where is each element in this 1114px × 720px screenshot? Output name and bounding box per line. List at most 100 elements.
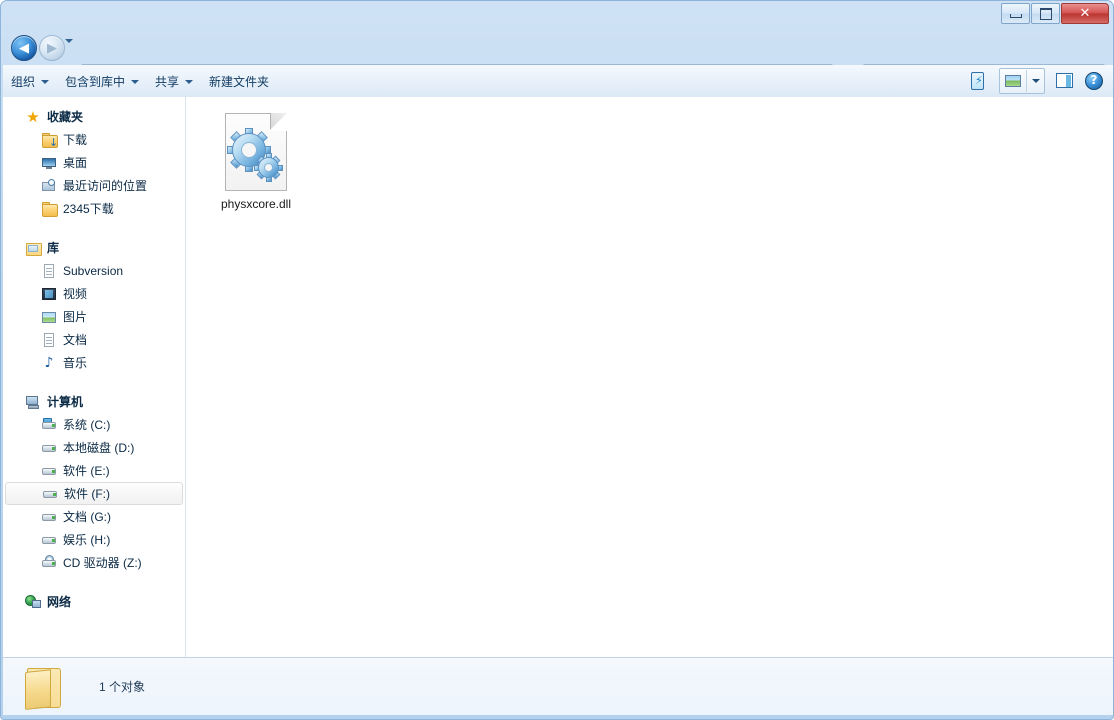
toolbar-new-folder-button[interactable]: 新建文件夹 (201, 70, 277, 92)
title-bar: ✕ (1, 1, 1113, 29)
sidebar-item-music[interactable]: ♪ 音乐 (3, 351, 185, 374)
sidebar-label-drive-h: 娱乐 (H:) (63, 533, 111, 547)
sidebar-item-drive-h[interactable]: 娱乐 (H:) (3, 528, 185, 551)
explorer-body: ★ 收藏夹 ↓ 下载 桌面 最近访问的位置 2345下载 库 Subversio… (3, 97, 1113, 669)
address-row: ◀ ▶ ▶ 计算机 ▶ 软件 (F:) ▶ 系统之家 ▶ 新建文件夹 (27) … (1, 31, 1113, 86)
recent-places-icon (41, 178, 57, 194)
explorer-window: ✕ ◀ ▶ ▶ 计算机 ▶ 软件 (F:) ▶ 系统之家 ▶ 新建文件夹 (27… (0, 0, 1114, 720)
toolbar-include-in-library-label: 包含到库中 (65, 74, 126, 89)
status-text: 1 个对象 (99, 680, 146, 694)
toolbar-organize-label: 组织 (11, 74, 36, 89)
chevron-down-icon (41, 80, 50, 84)
sidebar-label-desktop: 桌面 (63, 156, 88, 170)
sidebar-label-drive-g: 文档 (G:) (63, 510, 111, 524)
nav-group-libraries: 库 Subversion 视频 图片 文档 ♪ 音乐 (3, 236, 185, 374)
forward-button[interactable]: ▶ (39, 35, 65, 61)
download-folder-icon: ↓ (41, 132, 58, 148)
sidebar-item-pictures[interactable]: 图片 (3, 305, 185, 328)
sidebar-item-2345-downloads[interactable]: 2345下载 (3, 197, 185, 220)
back-arrow-icon: ◀ (19, 40, 29, 56)
toolbar-share-button[interactable]: 共享 (147, 70, 201, 92)
sidebar-item-network[interactable]: 网络 (3, 590, 185, 613)
sidebar-item-documents[interactable]: 文档 (3, 328, 185, 351)
toolbar-right-group: ⚡ ? (959, 68, 1113, 94)
close-button[interactable]: ✕ (1061, 3, 1109, 24)
sidebar-item-drive-d[interactable]: 本地磁盘 (D:) (3, 436, 185, 459)
sidebar-label-drive-z: CD 驱动器 (Z:) (63, 556, 142, 570)
chevron-down-icon (131, 80, 140, 84)
back-button[interactable]: ◀ (11, 35, 37, 61)
sidebar-label-drive-d: 本地磁盘 (D:) (63, 441, 135, 455)
document-icon (41, 263, 57, 279)
computer-icon (25, 394, 41, 410)
sidebar-label-videos: 视频 (63, 287, 88, 301)
sidebar-item-recent-places[interactable]: 最近访问的位置 (3, 174, 185, 197)
nav-group-network: 网络 (3, 590, 185, 613)
sidebar-item-computer[interactable]: 计算机 (3, 390, 185, 413)
sync-icon[interactable]: ⚡ (967, 70, 989, 92)
command-toolbar: 组织 包含到库中 共享 新建文件夹 ⚡ ? (3, 65, 1113, 98)
sidebar-item-favorites[interactable]: ★ 收藏夹 (3, 105, 185, 128)
view-mode-icon[interactable] (1000, 70, 1026, 92)
sidebar-item-drive-c[interactable]: 系统 (C:) (3, 413, 185, 436)
sidebar-label-music: 音乐 (63, 356, 88, 370)
sidebar-item-drive-g[interactable]: 文档 (G:) (3, 505, 185, 528)
toolbar-new-folder-label: 新建文件夹 (209, 74, 270, 89)
help-icon[interactable]: ? (1083, 70, 1105, 92)
sidebar-label-libraries: 库 (47, 241, 60, 255)
maximize-button[interactable] (1031, 3, 1060, 24)
file-list-pane[interactable]: physxcore.dll (186, 97, 1113, 669)
drive-icon (41, 440, 57, 456)
nav-group-favorites: ★ 收藏夹 ↓ 下载 桌面 最近访问的位置 2345下载 (3, 105, 185, 220)
maximize-icon (1032, 4, 1059, 23)
window-controls: ✕ (1000, 3, 1109, 24)
desktop-icon (41, 155, 57, 171)
sidebar-label-computer: 计算机 (47, 395, 84, 409)
sidebar-label-favorites: 收藏夹 (47, 110, 84, 124)
nav-group-computer: 计算机 系统 (C:) 本地磁盘 (D:) 软件 (E:) 软件 (F:) 文档… (3, 390, 185, 574)
network-icon (25, 594, 41, 610)
drive-icon (41, 463, 57, 479)
sidebar-label-drive-c: 系统 (C:) (63, 418, 111, 432)
sidebar-label-recent-places: 最近访问的位置 (63, 179, 148, 193)
chevron-down-icon (185, 80, 194, 84)
file-item[interactable]: physxcore.dll (204, 109, 308, 211)
music-icon: ♪ (44, 354, 54, 371)
drive-icon (41, 532, 57, 548)
sidebar-item-libraries[interactable]: 库 (3, 236, 185, 259)
sidebar-label-downloads: 下载 (63, 133, 88, 147)
library-icon (25, 240, 42, 256)
sidebar-item-drive-z[interactable]: CD 驱动器 (Z:) (3, 551, 185, 574)
toolbar-include-in-library-button[interactable]: 包含到库中 (57, 70, 147, 92)
sidebar-item-drive-e[interactable]: 软件 (E:) (3, 459, 185, 482)
video-icon (41, 286, 57, 302)
sidebar-label-subversion: Subversion (63, 263, 124, 278)
file-name-label: physxcore.dll (220, 197, 292, 211)
drive-icon (42, 486, 58, 502)
chevron-down-icon (65, 39, 73, 57)
sidebar-item-videos[interactable]: 视频 (3, 282, 185, 305)
document-icon (41, 332, 57, 348)
picture-icon (41, 309, 57, 325)
sidebar-item-drive-f[interactable]: 软件 (F:) (5, 482, 183, 505)
view-mode-dropdown-button[interactable] (1026, 70, 1044, 92)
sidebar-label-documents: 文档 (63, 333, 88, 347)
dll-gears-icon (225, 113, 287, 191)
preview-pane-icon[interactable] (1053, 70, 1075, 92)
view-mode-group[interactable] (999, 68, 1045, 94)
star-icon: ★ (26, 107, 40, 126)
sidebar-item-subversion[interactable]: Subversion (3, 259, 185, 282)
navigation-pane: ★ 收藏夹 ↓ 下载 桌面 最近访问的位置 2345下载 库 Subversio… (3, 97, 186, 657)
status-bar: 1 个对象 (3, 657, 1113, 715)
sidebar-item-desktop[interactable]: 桌面 (3, 151, 185, 174)
sidebar-label-network: 网络 (47, 595, 72, 609)
toolbar-organize-button[interactable]: 组织 (3, 70, 57, 92)
sidebar-item-downloads[interactable]: ↓ 下载 (3, 128, 185, 151)
history-dropdown-button[interactable] (65, 39, 77, 57)
minimize-button[interactable] (1001, 3, 1030, 24)
close-icon: ✕ (1079, 6, 1091, 21)
sidebar-label-2345-downloads: 2345下载 (63, 202, 114, 216)
folder-icon (41, 201, 58, 217)
